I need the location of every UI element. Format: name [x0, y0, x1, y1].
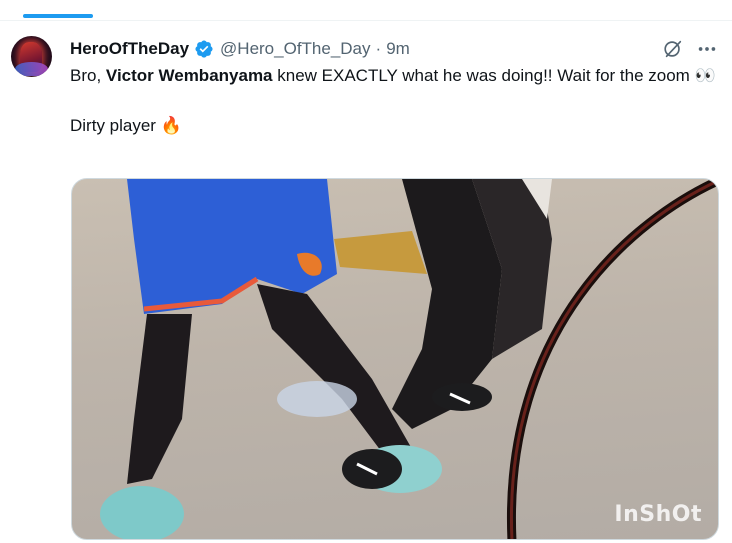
verified-badge-icon[interactable]	[194, 39, 214, 59]
separator-dot: ·	[375, 39, 382, 58]
active-tab-indicator	[23, 14, 93, 18]
video-frame	[100, 179, 718, 539]
tweet-text-line-2: Dirty player 🔥	[70, 116, 182, 135]
top-tab-bar	[0, 0, 732, 21]
timestamp[interactable]: 9m	[386, 39, 410, 59]
tweet-text-part: Bro,	[70, 66, 106, 85]
grok-icon[interactable]	[662, 38, 684, 60]
inshot-watermark: InShOt	[614, 502, 702, 527]
avatar[interactable]	[11, 36, 52, 77]
user-handle[interactable]: @Hero_OfThe_Day	[220, 39, 371, 59]
tweet-text-part: knew EXACTLY what he was doing!! Wait fo…	[272, 66, 716, 85]
tweet-text-line-1: Bro, Victor Wembanyama knew EXACTLY what…	[70, 63, 720, 88]
tweet-video[interactable]: InShOt	[71, 178, 719, 540]
display-name[interactable]: HeroOfTheDay	[70, 39, 189, 59]
tweet-text: Bro, Victor Wembanyama knew EXACTLY what…	[70, 63, 720, 138]
more-options-icon[interactable]	[696, 38, 718, 60]
mentioned-player-name: Victor Wembanyama	[105, 66, 273, 85]
tweet-header: HeroOfTheDay @Hero_OfThe_Day · 9m	[70, 38, 410, 60]
